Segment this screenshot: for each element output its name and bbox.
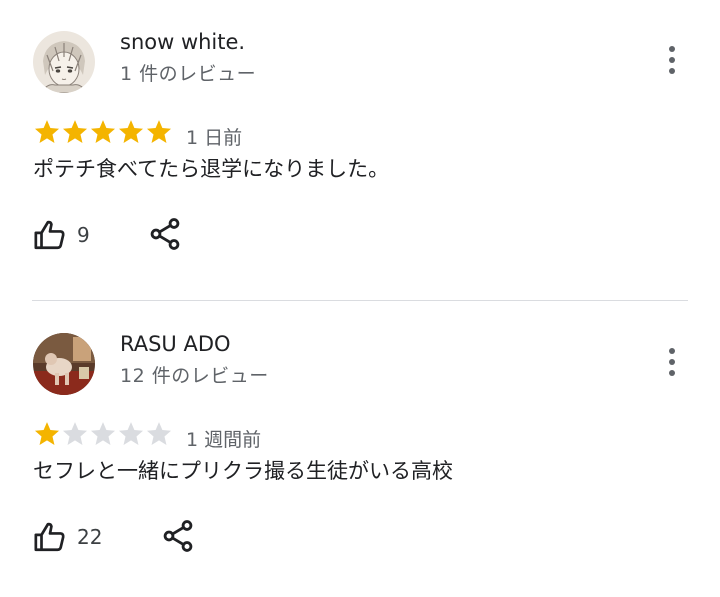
star-empty-icon: [62, 422, 88, 445]
more-vert-icon-dot: [669, 68, 675, 74]
anime-sketch-avatar-icon: [33, 31, 95, 93]
more-vert-icon-dot: [669, 370, 675, 376]
star-empty-icon: [146, 422, 172, 445]
more-vert-icon: [669, 46, 675, 52]
star-filled-icon: [118, 120, 144, 143]
helpful-button[interactable]: 22: [33, 517, 102, 557]
share-icon: [150, 218, 180, 250]
share-button[interactable]: [160, 518, 196, 554]
star-rating: [33, 117, 173, 147]
more-options-button[interactable]: [656, 342, 688, 382]
author-name[interactable]: RASU ADO: [120, 332, 231, 356]
more-vert-icon-dot: [669, 359, 675, 365]
share-button[interactable]: [147, 216, 183, 252]
review-text: セフレと一緒にプリクラ撮る生徒がいる高校: [33, 459, 453, 483]
more-vert-icon: [669, 348, 675, 354]
author-avatar[interactable]: [33, 333, 95, 395]
thumb-up-icon: [34, 522, 65, 552]
star-filled-icon: [34, 422, 60, 445]
helpful-count: 22: [77, 525, 103, 549]
author-avatar[interactable]: [33, 31, 95, 93]
review-date: 1 日前: [186, 127, 243, 149]
star-empty-icon: [90, 422, 116, 445]
review-text: ポテチ食べてたら退学になりました。: [33, 157, 390, 181]
star-filled-icon: [90, 120, 116, 143]
star-empty-icon: [118, 422, 144, 445]
more-vert-icon-dot: [669, 57, 675, 63]
star-filled-icon: [146, 120, 172, 143]
author-review-count: 1 件のレビュー: [120, 63, 257, 85]
star-filled-icon: [62, 120, 88, 143]
helpful-count: 9: [77, 223, 90, 247]
author-review-count: 12 件のレビュー: [120, 365, 269, 387]
review-date: 1 週間前: [186, 429, 262, 451]
share-icon: [163, 520, 193, 552]
more-options-button[interactable]: [656, 40, 688, 80]
star-rating: [33, 419, 173, 449]
helpful-button[interactable]: 9: [33, 215, 90, 255]
photo-avatar-icon: [33, 333, 95, 395]
thumb-up-icon: [34, 220, 65, 250]
star-filled-icon: [34, 120, 60, 143]
author-name[interactable]: snow white.: [120, 30, 245, 54]
review-divider: [32, 300, 688, 301]
